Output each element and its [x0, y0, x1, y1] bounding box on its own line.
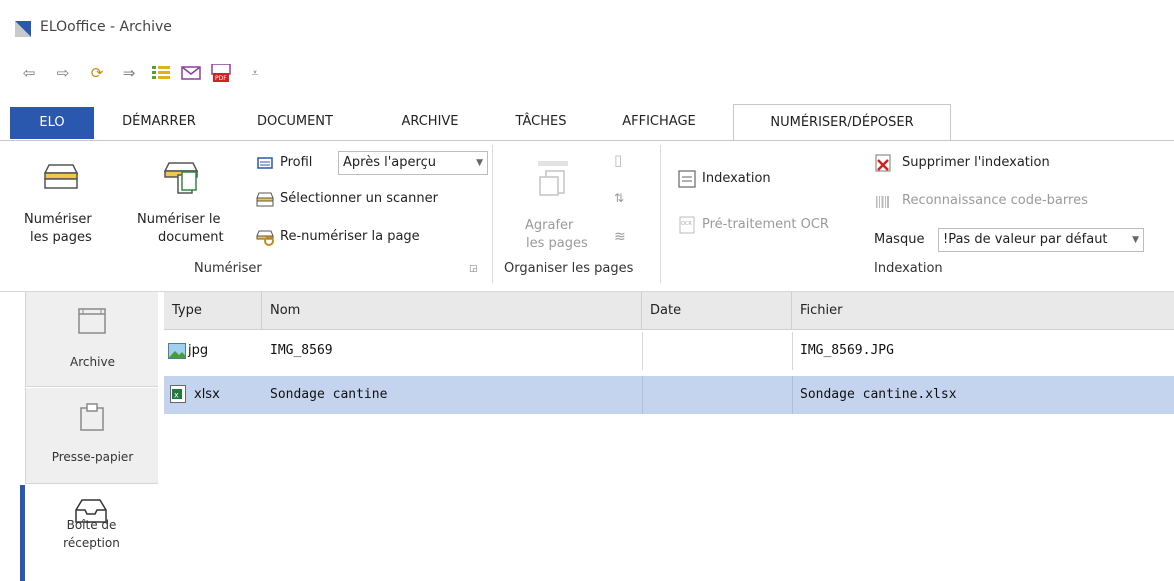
svg-text:OCR: OCR [681, 221, 692, 227]
mask-dropdown[interactable]: !Pas de valeur par défaut ▼ [938, 228, 1144, 252]
cell-name: IMG_8569 [270, 343, 333, 358]
tab-document[interactable]: DOCUMENT [240, 104, 350, 140]
svg-text:x: x [174, 391, 179, 400]
rescan-icon [256, 230, 274, 246]
pdf-mail-icon[interactable]: PDF [210, 62, 232, 84]
staple-pages-label-1: Agrafer [525, 218, 574, 233]
chevron-down-icon: ▼ [1132, 235, 1139, 245]
archive-icon [78, 308, 106, 334]
staple-pages-icon [538, 161, 568, 196]
staple-pages-button[interactable]: Agrafer les pages [516, 149, 592, 259]
indexation-icon [678, 170, 696, 188]
profile-dropdown-value: Après l'aperçu [343, 155, 436, 170]
back-arrow-icon[interactable]: ⇦ [18, 62, 40, 84]
scanner-document-icon [164, 162, 199, 194]
clipboard-icon [80, 403, 104, 431]
group-separator [492, 145, 493, 283]
dialog-launcher-icon[interactable]: ◲ [469, 264, 478, 274]
barcode-button[interactable]: Reconnaissance code-barres [874, 191, 1144, 213]
tab-elo[interactable]: ELO [10, 107, 94, 139]
column-header-date[interactable]: Date [642, 292, 792, 330]
sync-icon[interactable]: ⟳ [86, 62, 108, 84]
cell-date [642, 376, 650, 414]
tab-demarrer[interactable]: DÉMARRER [104, 104, 214, 140]
select-scanner-button[interactable]: Sélectionner un scanner [256, 189, 486, 211]
mask-dropdown-value: !Pas de valeur par défaut [943, 232, 1108, 247]
title-bar: ELOoffice - Archive [0, 0, 1174, 50]
navigation-sidebar: Archive Presse-papier Boîte de réception [0, 292, 158, 581]
scan-document-button[interactable]: Numériser le document [132, 149, 242, 259]
remove-indexation-label: Supprimer l'indexation [902, 155, 1050, 170]
forward-small-icon[interactable]: ⇒ [118, 62, 140, 84]
scan-pages-button[interactable]: Numériser les pages [18, 149, 104, 259]
scanner-icon [44, 164, 78, 189]
barcode-label: Reconnaissance code-barres [902, 193, 1088, 208]
scan-document-label-1: Numériser le [137, 212, 221, 227]
elo-logo-icon [15, 21, 31, 37]
cell-type: xlsx [194, 387, 220, 402]
profile-dropdown[interactable]: Après l'aperçu ▼ [338, 151, 488, 175]
indexation-label: Indexation [702, 171, 771, 186]
sidebar-item-clipboard[interactable]: Presse-papier [25, 388, 158, 484]
cell-date [642, 332, 650, 370]
column-header-type[interactable]: Type [164, 292, 262, 330]
quick-access-toolbar: ⇦ ⇨ ⟳ ⇒ PDF ⩡ [0, 62, 400, 86]
mail-icon[interactable] [180, 62, 202, 84]
ocr-label: Pré-traitement OCR [702, 217, 829, 232]
document-list: Type Nom Date Fichier jpg IMG_8569 IMG_8… [164, 292, 1174, 581]
scan-pages-label-2: les pages [30, 230, 92, 245]
ocr-icon: OCR [679, 216, 695, 234]
cell-file: IMG_8569.JPG [800, 343, 894, 358]
sidebar-label-inbox-1: Boîte de [66, 518, 117, 532]
sidebar-item-inbox[interactable]: Boîte de réception [25, 485, 158, 581]
scan-document-label-2: document [158, 230, 224, 245]
remove-indexation-icon [875, 154, 891, 172]
group-label-numeriser: Numériser [194, 261, 262, 276]
page-icon[interactable]: ▯ [614, 151, 622, 169]
excel-file-icon: x [170, 385, 186, 403]
rescan-page-label: Re-numériser la page [280, 229, 420, 244]
group-label-indexation: Indexation [874, 261, 943, 276]
remove-indexation-button[interactable]: Supprimer l'indexation [874, 153, 1104, 175]
cell-name: Sondage cantine [270, 387, 388, 402]
checklist-icon[interactable] [150, 62, 172, 84]
ribbon-tab-bar: ELO DÉMARRER DOCUMENT ARCHIVE TÂCHES AFF… [0, 104, 1174, 141]
forward-arrow-icon[interactable]: ⇨ [52, 62, 74, 84]
staple-pages-label-2: les pages [526, 236, 588, 251]
sidebar-item-archive[interactable]: Archive [25, 292, 158, 387]
customize-icon[interactable]: ⩡ [244, 62, 266, 84]
mask-label: Masque [874, 232, 925, 247]
scan-pages-label-1: Numériser [24, 212, 92, 227]
group-separator [660, 145, 661, 283]
column-header-file[interactable]: Fichier [792, 292, 1174, 330]
sidebar-label-archive: Archive [70, 355, 115, 369]
arrange-pages-icon[interactable]: ⇅ [614, 191, 624, 205]
table-row-selected[interactable]: x xlsx Sondage cantine Sondage cantine.x… [164, 376, 1174, 414]
tab-numeriser-deposer[interactable]: NUMÉRISER/DÉPOSER [733, 104, 951, 141]
stack-pages-icon[interactable]: ≋ [614, 229, 626, 245]
sidebar-label-clipboard: Presse-papier [51, 450, 134, 464]
scanner-small-icon [256, 192, 274, 207]
rescan-page-button[interactable]: Re-numériser la page [256, 227, 466, 249]
ribbon: Numériser les pages Numériser le documen… [0, 140, 1174, 292]
table-row[interactable]: jpg IMG_8569 IMG_8569.JPG [164, 332, 1174, 370]
window-title: ELOoffice - Archive [40, 19, 172, 35]
chevron-down-icon: ▼ [476, 158, 483, 168]
tab-taches[interactable]: TÂCHES [496, 104, 586, 140]
tab-affichage[interactable]: AFFICHAGE [604, 104, 714, 140]
profile-label: Profil [280, 155, 313, 170]
column-header-name[interactable]: Nom [262, 292, 642, 330]
tab-archive[interactable]: ARCHIVE [382, 104, 478, 140]
cell-file: Sondage cantine.xlsx [800, 387, 957, 402]
ocr-button[interactable]: OCR Pré-traitement OCR [678, 215, 868, 237]
barcode-icon [876, 196, 889, 208]
sidebar-label-inbox-2: réception [63, 536, 120, 550]
profile-icon [257, 157, 273, 169]
cell-type: jpg [188, 343, 209, 358]
indexation-button[interactable]: Indexation [678, 167, 798, 191]
list-header: Type Nom Date Fichier [164, 292, 1174, 330]
select-scanner-label: Sélectionner un scanner [280, 191, 438, 206]
svg-text:PDF: PDF [215, 75, 227, 82]
group-label-organiser: Organiser les pages [504, 261, 634, 276]
